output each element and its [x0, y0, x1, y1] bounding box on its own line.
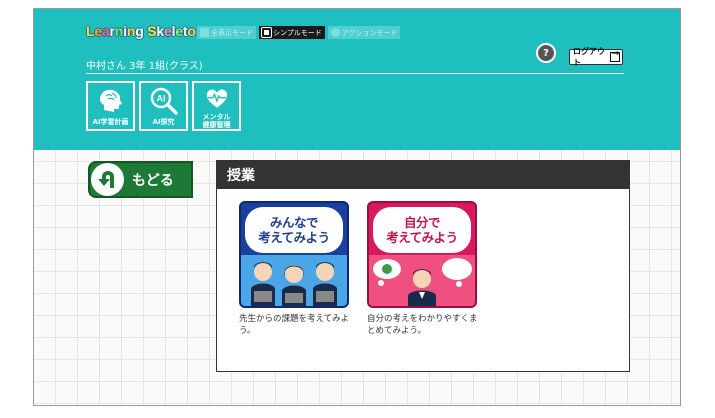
tool-ai-inquiry-label: AI探究: [152, 118, 175, 126]
card-think-alone-image[interactable]: 自分で 考えてみよう: [367, 201, 477, 308]
brand-letter: k: [156, 23, 165, 39]
tool-ai-study-plan-label: AI学習計画: [92, 118, 129, 126]
brand-logo: Learning Skeleton: [86, 23, 204, 39]
mode-action-label: アクションモード: [341, 28, 398, 37]
grid-icon: [200, 28, 209, 37]
heart-pulse-icon: [206, 89, 227, 108]
brand-letter: e: [94, 23, 102, 39]
help-button[interactable]: ?: [536, 43, 556, 63]
student-thinking-illustration: [369, 255, 475, 306]
card-think-together-title-line1: みんなで: [269, 215, 319, 230]
app-window: Learning Skeleton 全表示モード シンプルモード アクションモー…: [33, 8, 681, 406]
mode-switch: 全表示モード シンプルモード アクションモード: [197, 26, 401, 40]
header-divider: [86, 73, 624, 74]
mode-simple-label: シンプルモード: [273, 28, 322, 37]
back-label: もどる: [132, 172, 174, 189]
tool-mental-health-label-line1: メンタル: [202, 113, 231, 121]
mode-simple[interactable]: シンプルモード: [259, 26, 325, 39]
brand-letter: n: [126, 23, 136, 39]
target-icon: [330, 28, 340, 37]
brain-icon: [99, 89, 122, 112]
card-think-alone-title: 自分で 考えてみよう: [373, 207, 471, 253]
brand-letter: n: [114, 23, 124, 39]
card-think-alone-desc: 自分の考えをわかりやすくまとめてみよう。: [367, 314, 478, 336]
mode-full-label: 全表示モード: [211, 28, 253, 37]
tool-mental-health[interactable]: メンタル 健康管理: [192, 81, 241, 131]
mode-action[interactable]: アクションモード: [327, 26, 401, 39]
brand-letter: a: [101, 23, 110, 39]
card-think-together-desc: 先生からの課題を考えてみよう。: [239, 314, 350, 336]
tool-mental-health-label-line2: 健康管理: [202, 121, 231, 129]
brand-letter: o: [187, 23, 196, 39]
ai-magnifier-icon: AI: [150, 87, 178, 115]
back-arrow-icon: [91, 163, 124, 196]
card-think-together[interactable]: みんなで 考えてみよう 先生からの課題を考えてみよう。: [239, 201, 357, 337]
brand-letter: e: [164, 23, 172, 39]
logout-label: ログアウト: [573, 47, 605, 67]
tool-bar: AI学習計画 AI AI探究 メンタル 健康管理: [86, 81, 241, 131]
grid-icon: [261, 27, 272, 38]
svg-text:AI: AI: [156, 94, 165, 104]
logout-button[interactable]: ログアウト: [569, 47, 623, 67]
card-think-together-image[interactable]: みんなで 考えてみよう: [239, 201, 349, 308]
logout-icon: [609, 49, 620, 62]
card-think-together-title-line2: 考えてみよう: [258, 230, 330, 245]
card-think-alone-title-line2: 考えてみよう: [386, 230, 458, 245]
back-button[interactable]: もどる: [88, 161, 193, 198]
brand-letter: e: [175, 23, 183, 39]
mode-full[interactable]: 全表示モード: [197, 26, 256, 39]
tool-ai-study-plan[interactable]: AI学習計画: [86, 81, 135, 131]
user-info: 中村さん 3年 1組(クラス): [86, 61, 203, 72]
card-think-alone-title-line1: 自分で: [403, 215, 441, 230]
card-think-together-title: みんなで 考えてみよう: [245, 207, 343, 253]
header: Learning Skeleton 全表示モード シンプルモード アクションモー…: [34, 9, 680, 150]
tool-mental-health-label: メンタル 健康管理: [203, 113, 231, 129]
card-think-alone[interactable]: 自分で 考えてみよう 自分の考えをわかりやすくまとめてみよう。: [367, 201, 485, 337]
panel-title: 授業: [217, 161, 629, 189]
help-icon: ?: [543, 47, 549, 59]
students-illustration: [241, 255, 347, 306]
lesson-panel: 授業 みんなで 考えてみよう 先生からの課題を考えてみよう。 自分で 考えてみよ…: [216, 160, 630, 372]
tool-ai-inquiry[interactable]: AI AI探究: [139, 81, 188, 131]
brand-letter: g: [135, 23, 144, 39]
